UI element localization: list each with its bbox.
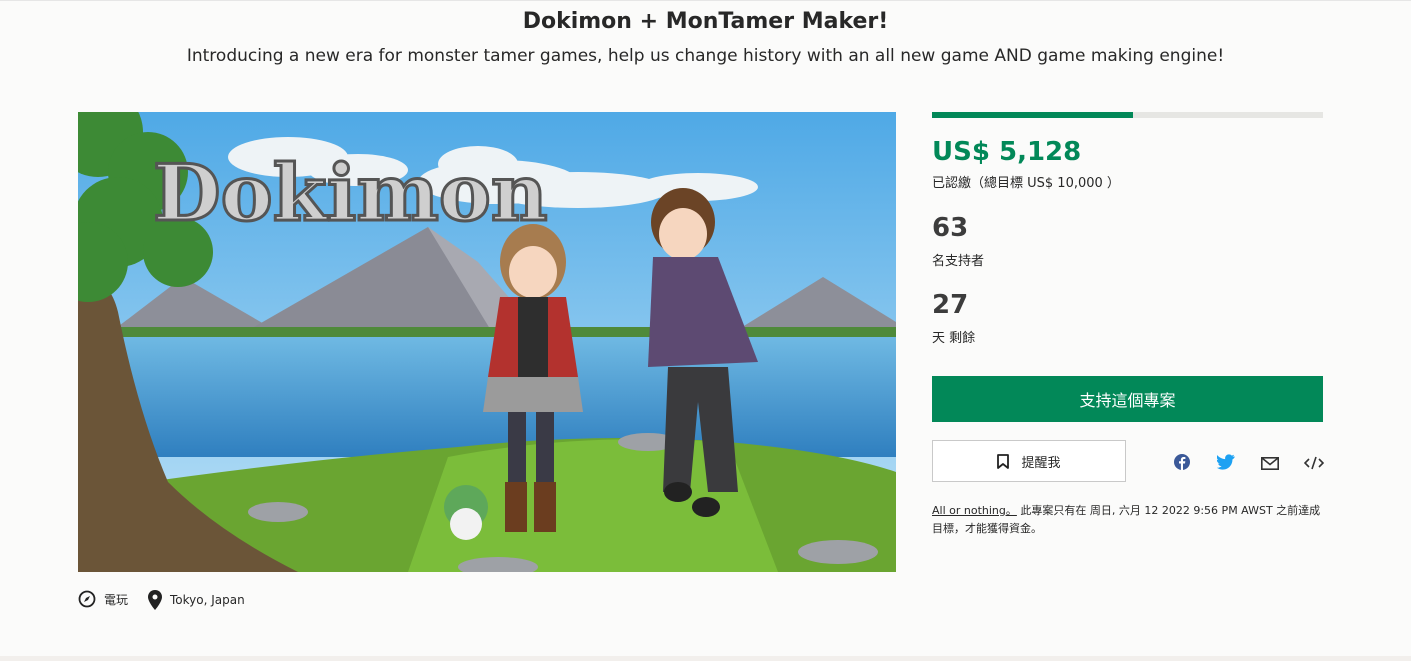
backers-count: 63	[932, 213, 969, 243]
backers-label: 名支持者	[932, 254, 985, 269]
embed-icon[interactable]	[1304, 456, 1324, 470]
project-subtitle: Introducing a new era for monster tamer …	[186, 46, 1225, 66]
category-link[interactable]: 電玩	[78, 590, 128, 608]
pledged-amount: US$ 5,128	[932, 137, 1082, 167]
facebook-icon[interactable]	[1174, 454, 1190, 470]
all-or-nothing-link[interactable]: All or nothing。	[932, 504, 1017, 517]
bookmark-icon	[997, 453, 1010, 469]
remind-me-button[interactable]: 提醒我	[932, 440, 1126, 482]
location-link[interactable]: Tokyo, Japan	[148, 590, 245, 610]
back-this-project-button[interactable]: 支持這個專案	[932, 376, 1323, 422]
funding-progress-fill	[932, 112, 1133, 118]
project-hero-image[interactable]: Dokimon	[78, 112, 896, 572]
location-label: Tokyo, Japan	[170, 593, 245, 607]
bottom-divider	[0, 656, 1411, 661]
days-left-label: 天 剩餘	[932, 331, 976, 346]
pledged-goal-label: 已認繳（總目標 US$ 10,000 ）	[932, 176, 1120, 191]
top-divider	[0, 0, 1411, 1]
remind-me-label: 提醒我	[1021, 455, 1061, 471]
email-icon[interactable]	[1261, 457, 1279, 470]
project-title: Dokimon + MonTamer Maker!	[522, 9, 889, 34]
category-label: 電玩	[104, 592, 129, 607]
map-pin-icon	[148, 590, 162, 610]
funding-progress-bar	[932, 112, 1323, 118]
twitter-icon[interactable]	[1217, 454, 1235, 470]
hero-logo-text: Dokimon	[153, 148, 548, 239]
days-left-count: 27	[932, 290, 969, 320]
compass-icon	[78, 590, 96, 608]
funding-note: All or nothing。 此專案只有在 周日, 六月 12 2022 9:…	[932, 502, 1323, 538]
